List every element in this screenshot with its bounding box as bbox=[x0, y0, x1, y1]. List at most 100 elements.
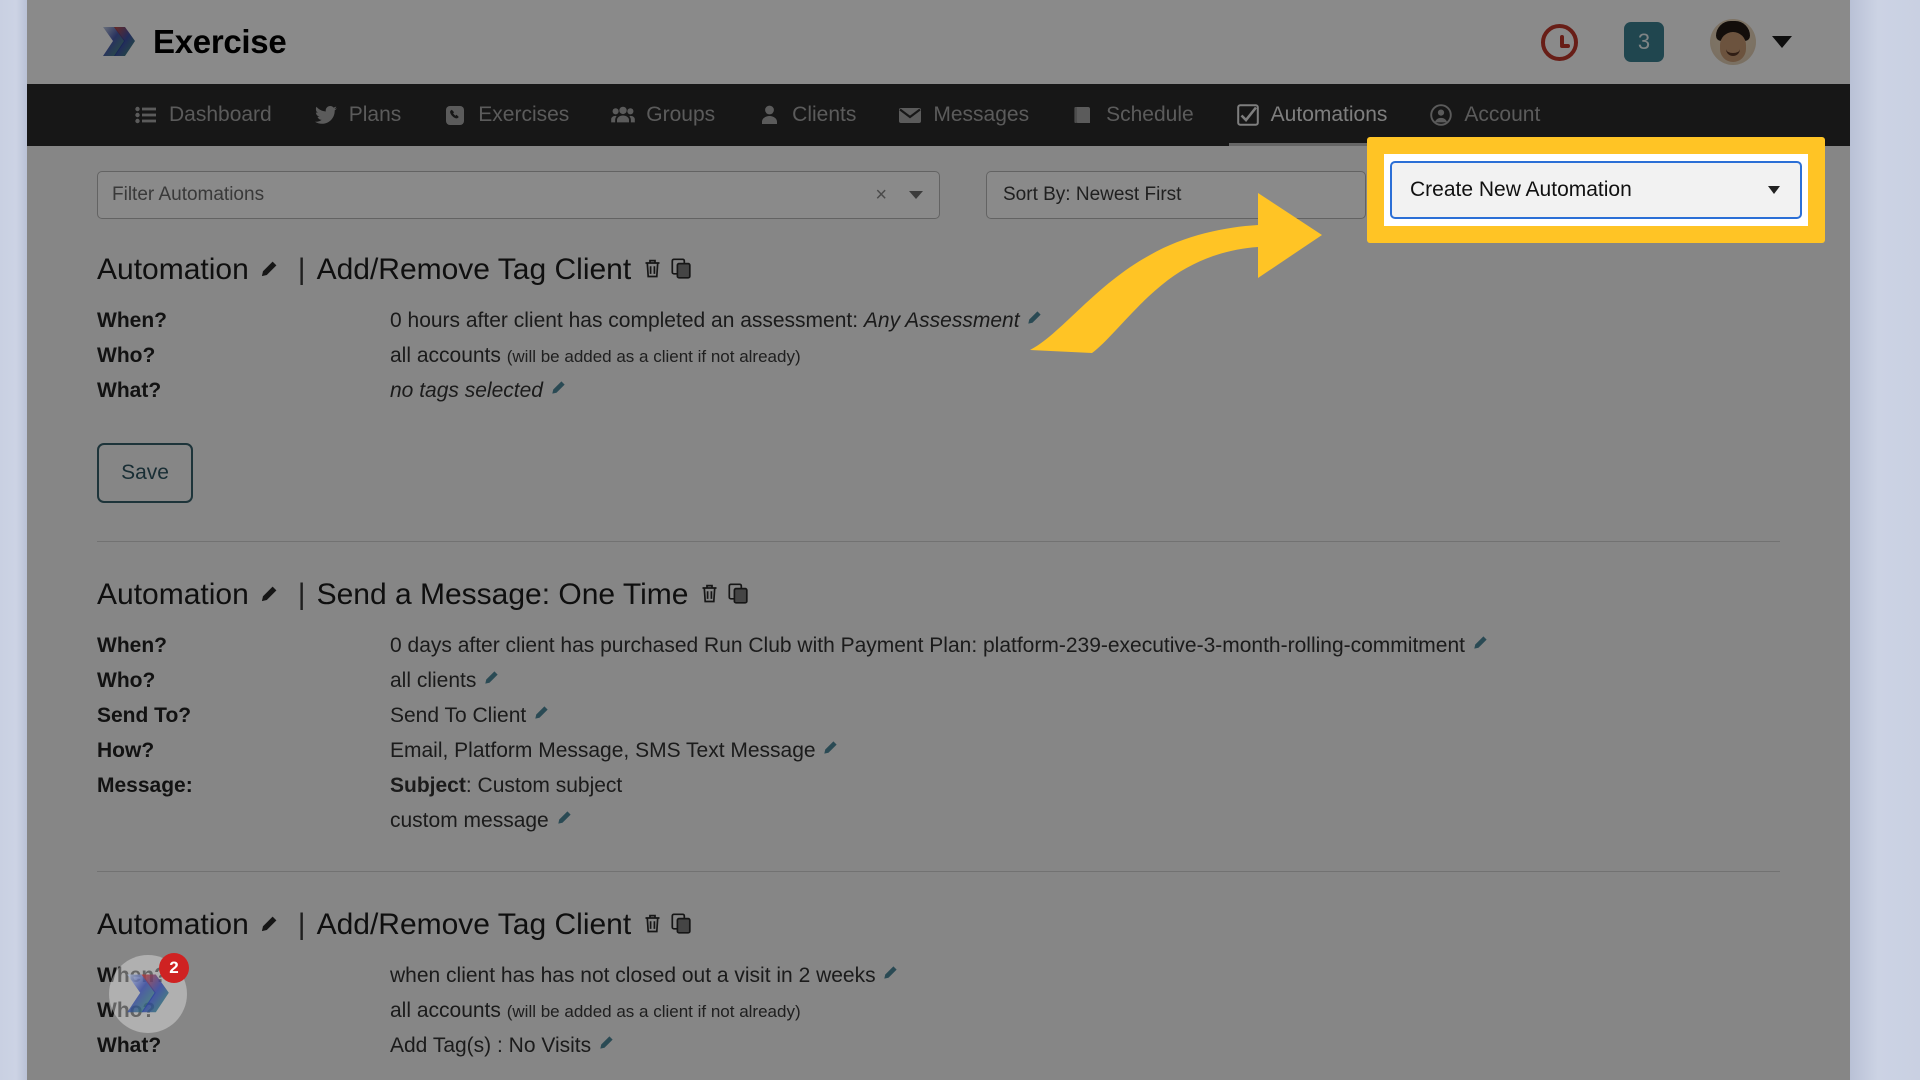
field-value: when client has has not closed out a vis… bbox=[390, 964, 1780, 988]
field-label: What? bbox=[97, 1034, 162, 1057]
automation-fields: When? 0 hours after client has completed… bbox=[97, 309, 1780, 403]
field-label: How? bbox=[97, 739, 155, 762]
person-icon bbox=[757, 104, 781, 126]
chevron-down-icon[interactable] bbox=[1772, 36, 1792, 48]
filter-placeholder-text: Filter Automations bbox=[112, 184, 265, 205]
envelope-icon bbox=[898, 104, 922, 126]
pencil-icon[interactable] bbox=[821, 739, 838, 762]
nav-item-label: Clients bbox=[792, 103, 857, 126]
automation-fields: When? when client has has not closed out… bbox=[97, 964, 1780, 1058]
sort-by-value: Sort By: Newest First bbox=[1003, 184, 1182, 205]
page-left-gutter bbox=[0, 0, 27, 1080]
save-button[interactable]: Save bbox=[97, 443, 193, 503]
field-value-note: (will be added as a client if not alread… bbox=[506, 1002, 801, 1021]
bird-icon bbox=[314, 104, 338, 126]
user-circle-icon bbox=[1429, 104, 1453, 126]
pencil-icon[interactable] bbox=[555, 809, 572, 832]
nav-item-clients[interactable]: Clients bbox=[736, 84, 877, 146]
nav-item-dashboard[interactable]: Dashboard bbox=[113, 84, 293, 146]
app-header: Exercise 3 bbox=[27, 0, 1850, 84]
nav-item-label: Schedule bbox=[1106, 103, 1194, 126]
book-icon bbox=[1071, 104, 1095, 126]
automation-title-prefix: Automation bbox=[97, 578, 249, 611]
copy-icon[interactable] bbox=[671, 908, 692, 942]
trash-icon[interactable] bbox=[700, 578, 719, 612]
field-label: When? bbox=[97, 309, 167, 332]
field-label: Who? bbox=[97, 669, 156, 692]
pencil-icon[interactable] bbox=[1025, 309, 1042, 332]
nav-item-messages[interactable]: Messages bbox=[877, 84, 1050, 146]
nav-item-groups[interactable]: Groups bbox=[590, 84, 736, 146]
chevron-down-icon[interactable] bbox=[909, 191, 923, 199]
copy-icon[interactable] bbox=[671, 253, 692, 287]
screen: Exercise 3 Dashboard Plans Exercises Gro… bbox=[0, 0, 1920, 1080]
field-value: Add Tag(s) : No Visits bbox=[390, 1034, 1780, 1058]
pencil-icon[interactable] bbox=[258, 585, 278, 605]
nav-item-label: Messages bbox=[933, 103, 1030, 126]
create-new-automation-select[interactable]: Create New Automation bbox=[1390, 161, 1802, 219]
pencil-icon[interactable] bbox=[881, 964, 898, 987]
pencil-icon[interactable] bbox=[258, 915, 278, 935]
field-label: Who? bbox=[97, 344, 156, 367]
automation-title-prefix: Automation bbox=[97, 253, 249, 286]
brand[interactable]: Exercise bbox=[99, 22, 287, 62]
nav-item-plans[interactable]: Plans bbox=[293, 84, 423, 146]
copy-icon[interactable] bbox=[728, 578, 749, 612]
field-value-text: all accounts bbox=[390, 344, 507, 367]
brand-title: Exercise bbox=[153, 23, 287, 60]
automation-fields: When? 0 days after client has purchased … bbox=[97, 634, 1780, 833]
field-value-emphasis: Any Assessment bbox=[863, 309, 1020, 332]
field-label: Message: bbox=[97, 774, 193, 797]
create-new-automation-highlight: Create New Automation bbox=[1367, 137, 1825, 243]
field-value-emphasis: no tags selected bbox=[390, 379, 543, 402]
clear-filter-icon[interactable]: × bbox=[875, 184, 887, 207]
nav-item-schedule[interactable]: Schedule bbox=[1050, 84, 1215, 146]
clock-icon[interactable] bbox=[1541, 23, 1578, 61]
filter-automations-input[interactable]: Filter Automations × bbox=[97, 171, 940, 219]
pencil-icon[interactable] bbox=[258, 260, 278, 280]
account-menu[interactable] bbox=[1710, 19, 1792, 65]
field-value-text: Email, Platform Message, SMS Text Messag… bbox=[390, 739, 816, 762]
pencil-icon[interactable] bbox=[482, 669, 499, 692]
field-value-text: all accounts bbox=[390, 999, 507, 1022]
automation-title-name: Add/Remove Tag Client bbox=[316, 908, 632, 941]
field-label bbox=[97, 809, 390, 833]
notification-badge[interactable]: 3 bbox=[1624, 22, 1664, 62]
header-actions: 3 bbox=[1541, 19, 1792, 65]
nav-item-exercises[interactable]: Exercises bbox=[422, 84, 590, 146]
field-value-text: all clients bbox=[390, 669, 477, 692]
pencil-icon[interactable] bbox=[597, 1034, 614, 1057]
field-value-text: Add Tag(s) : No Visits bbox=[390, 1034, 592, 1057]
chevron-down-icon[interactable] bbox=[1768, 186, 1780, 194]
nav-item-label: Automations bbox=[1270, 103, 1388, 126]
field-value-text: : Custom subject bbox=[465, 774, 623, 797]
check-square-icon bbox=[1236, 104, 1260, 126]
list-icon bbox=[134, 104, 158, 126]
phone-icon bbox=[443, 104, 467, 126]
trash-icon[interactable] bbox=[643, 908, 662, 942]
field-label: What? bbox=[97, 379, 162, 402]
automation-title-name: Send a Message: One Time bbox=[316, 578, 689, 611]
field-value: all accounts (will be added as a client … bbox=[390, 999, 1780, 1023]
pencil-icon[interactable] bbox=[549, 379, 566, 402]
field-value: 0 days after client has purchased Run Cl… bbox=[390, 634, 1780, 658]
title-separator: | bbox=[297, 908, 306, 941]
field-value: Subject: Custom subject bbox=[390, 774, 1780, 798]
automation-card: Automation | Send a Message: One Time Wh… bbox=[97, 541, 1780, 843]
nav-item-label: Account bbox=[1464, 103, 1541, 126]
field-value: no tags selected bbox=[390, 379, 1780, 403]
automation-title-name: Add/Remove Tag Client bbox=[316, 253, 632, 286]
people-icon bbox=[611, 104, 636, 126]
trash-icon[interactable] bbox=[643, 253, 662, 287]
field-value-note: (will be added as a client if not alread… bbox=[506, 347, 801, 366]
field-label: Send To? bbox=[97, 704, 192, 727]
sort-by-select[interactable]: Sort By: Newest First bbox=[986, 171, 1366, 219]
field-value-text: custom message bbox=[390, 809, 549, 832]
field-value: all clients bbox=[390, 669, 1780, 693]
pencil-icon[interactable] bbox=[532, 704, 549, 727]
chat-widget-button[interactable]: 2 bbox=[109, 953, 189, 1033]
avatar bbox=[1710, 19, 1756, 65]
pencil-icon[interactable] bbox=[1471, 634, 1488, 657]
field-value: Send To Client bbox=[390, 704, 1780, 728]
title-separator: | bbox=[297, 253, 306, 286]
